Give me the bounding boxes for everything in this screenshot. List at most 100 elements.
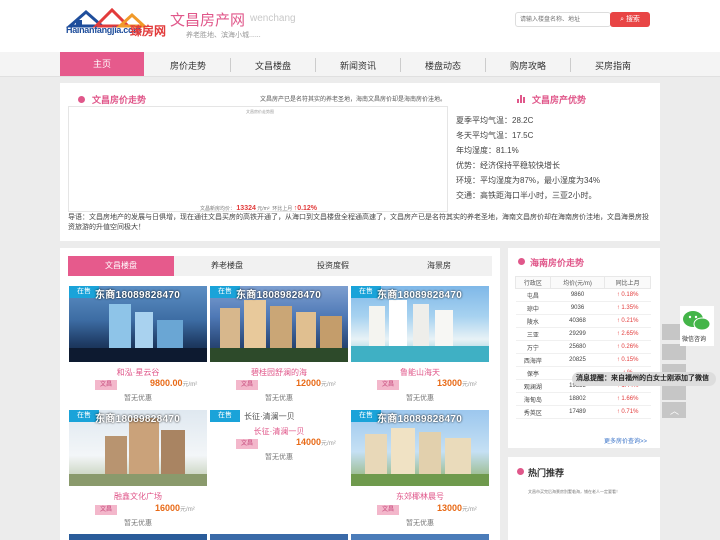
advantage-title: 文昌房产优势 [532, 95, 587, 105]
phone-overlay: 东商18089828470 [95, 290, 181, 301]
nav-home[interactable]: 主页 [60, 52, 144, 76]
chevron-up-icon: ︿ [670, 406, 680, 416]
site-title: 文昌房产网 [170, 12, 246, 29]
table-row[interactable]: 西海岸 20825 ↑ 0.15% [515, 353, 651, 367]
table-row[interactable]: 秀英区 17489 ↑ 0.71% [515, 405, 651, 419]
nav-estate-updates[interactable]: 楼盘动态 [401, 52, 485, 77]
promo-text: 暂无优惠 [406, 520, 434, 527]
column-header: 均价(元/m) [549, 276, 606, 289]
estate-image[interactable]: 在售 东商18089828470 [351, 410, 489, 486]
avg-price: 18802 [550, 392, 605, 406]
table-row[interactable]: 万宁 25680 ↑ 0.26% [515, 340, 651, 354]
mom-label: 环比上月 [272, 206, 293, 212]
price-unit: 元/m² [462, 382, 477, 388]
estate-price: 16000元/m² [155, 503, 195, 513]
tab-retirement[interactable]: 养老楼盘 [174, 256, 280, 276]
fire-icon [517, 468, 524, 475]
district: 海甸岛 [515, 392, 551, 406]
district: 西海岸 [515, 353, 551, 367]
search-button[interactable]: ⌕ 搜索 [610, 12, 650, 27]
estate-image[interactable]: 在售 东商18089828470 [69, 286, 207, 362]
phone-overlay: 东商18089828470 [95, 414, 181, 425]
nav-wenchang-estates[interactable]: 文昌楼盘 [231, 52, 315, 77]
price-trend-title: 文昌房价走势 [92, 95, 147, 105]
price-unit: 元/m² [180, 507, 195, 513]
city-tag: 文昌 [377, 380, 399, 390]
logo-brand[interactable]: 臻房网 [130, 22, 166, 39]
estate-price: 13000元/m² [437, 378, 477, 388]
float-button[interactable] [662, 344, 686, 360]
tab-seaview[interactable]: 海景房 [386, 256, 492, 276]
hot-recommend-title: 热门推荐 [528, 468, 565, 478]
table-row[interactable]: 陵水 40368 ↑ 0.21% [515, 314, 651, 328]
table-row[interactable]: 三亚 29299 ↑ 2.65% [515, 327, 651, 341]
district: 琼中 [515, 301, 551, 315]
climate-winter: 冬天平均气温：17.5C [456, 131, 534, 140]
price-unit: 元/m² [462, 507, 477, 513]
price-unit: 元/m² [321, 382, 336, 388]
estate-image-partial[interactable] [351, 534, 489, 540]
search-input[interactable] [515, 12, 611, 27]
avg-price: 20825 [550, 353, 605, 367]
district: 三亚 [515, 327, 551, 341]
table-header: 行政区 均价(元/m) 同比上月 [515, 276, 651, 289]
hot-image-broken[interactable]: 文昌市买完后海景房别墅临海，铺在老人一定要看！ [528, 489, 620, 495]
climate-economy: 优势：经济保持平稳较快增长 [456, 161, 560, 170]
tab-wenchang-estates[interactable]: 文昌楼盘 [68, 256, 174, 276]
trend-icon [518, 258, 525, 265]
avg-price-unit: 元/m² [257, 206, 270, 212]
estate-image-partial[interactable] [69, 534, 207, 540]
avg-price: 9860 [550, 288, 605, 302]
estate-price: 12000元/m² [296, 378, 336, 388]
price-chart[interactable] [68, 106, 448, 212]
estate-image-partial[interactable] [210, 534, 348, 540]
wechat-label: 微信咨询 [682, 337, 707, 343]
nav-buying-guide[interactable]: 买房指南 [571, 52, 655, 77]
back-to-top-button[interactable]: ︿ [662, 402, 686, 418]
city-tag: 文昌 [236, 380, 258, 390]
hainan-price-table: 行政区 均价(元/m) 同比上月 屯昌 9860 ↑ 0.18% 琼中 9036 ↑ 1… [515, 276, 651, 419]
price-note: 文昌房产已是名符其实的养老圣地，海南文昌房价却是海南房价洼地。 [260, 97, 447, 103]
city-tag: 文昌 [95, 380, 117, 390]
hainan-price-title: 海南房价走势 [530, 258, 585, 268]
site-subtitle: wenchang [250, 13, 296, 24]
district: 保亭 [515, 366, 551, 380]
promo-text: 暂无优惠 [124, 520, 152, 527]
climate-humidity: 年均湿度：81.1% [456, 146, 519, 155]
avg-price-label: 文昌新房均价： [200, 206, 236, 212]
float-button[interactable] [662, 384, 686, 400]
trend-icon [78, 96, 85, 103]
estate-image[interactable]: 在售 东商18089828470 [69, 410, 207, 486]
phone-overlay: 东商18089828470 [236, 290, 322, 301]
change: ↑ 1.66% [604, 392, 651, 406]
tab-investment[interactable]: 投资度假 [280, 256, 386, 276]
estate-name[interactable]: 长征·清澜一贝 [210, 426, 348, 437]
estate-name[interactable]: 东郊椰林晨号 [351, 491, 489, 502]
district: 观澜湖 [515, 379, 551, 393]
status-badge: 在售 [210, 410, 240, 422]
estate-name[interactable]: 碧桂园舒澜的海 [210, 367, 348, 378]
guide-text: 导语：文昌房地产的发展与日俱增，现在通往文昌买房的高铁开通了，从海口到文昌楼盘全… [68, 214, 649, 231]
nav-news[interactable]: 新闻资讯 [316, 52, 400, 77]
avg-price: 17489 [550, 405, 605, 419]
estate-image[interactable]: 在售 东商18089828470 [210, 286, 348, 362]
nav-price-trend[interactable]: 房价走势 [146, 52, 230, 77]
estate-name[interactable]: 和泓·星云谷 [69, 367, 207, 378]
estate-image-broken[interactable]: 在售 长征·清澜一贝 [210, 410, 348, 424]
estate-name[interactable]: 融鑫文化广场 [69, 491, 207, 502]
estate-image[interactable]: 在售 东商18089828470 [351, 286, 489, 362]
price-value: 13000 [437, 503, 463, 513]
table-row[interactable]: 屯昌 9860 ↑ 0.18% [515, 288, 651, 302]
estate-name[interactable]: 鲁能山海天 [351, 367, 489, 378]
column-header: 行政区 [515, 276, 551, 289]
more-prices-link[interactable]: 更多房价查询>> [604, 436, 647, 445]
table-row[interactable]: 琼中 9036 ↑ 1.35% [515, 301, 651, 315]
promo-text: 暂无优惠 [265, 395, 293, 402]
nav-buying-tips[interactable]: 购房攻略 [486, 52, 570, 77]
price-unit: 元/m² [182, 382, 198, 388]
table-row[interactable]: 海甸岛 18802 ↑ 1.66% [515, 392, 651, 406]
price-value: 16000 [155, 503, 181, 513]
search-icon: ⌕ [620, 16, 624, 23]
promo-text: 暂无优惠 [406, 395, 434, 402]
search-button-label: 搜索 [625, 16, 640, 23]
